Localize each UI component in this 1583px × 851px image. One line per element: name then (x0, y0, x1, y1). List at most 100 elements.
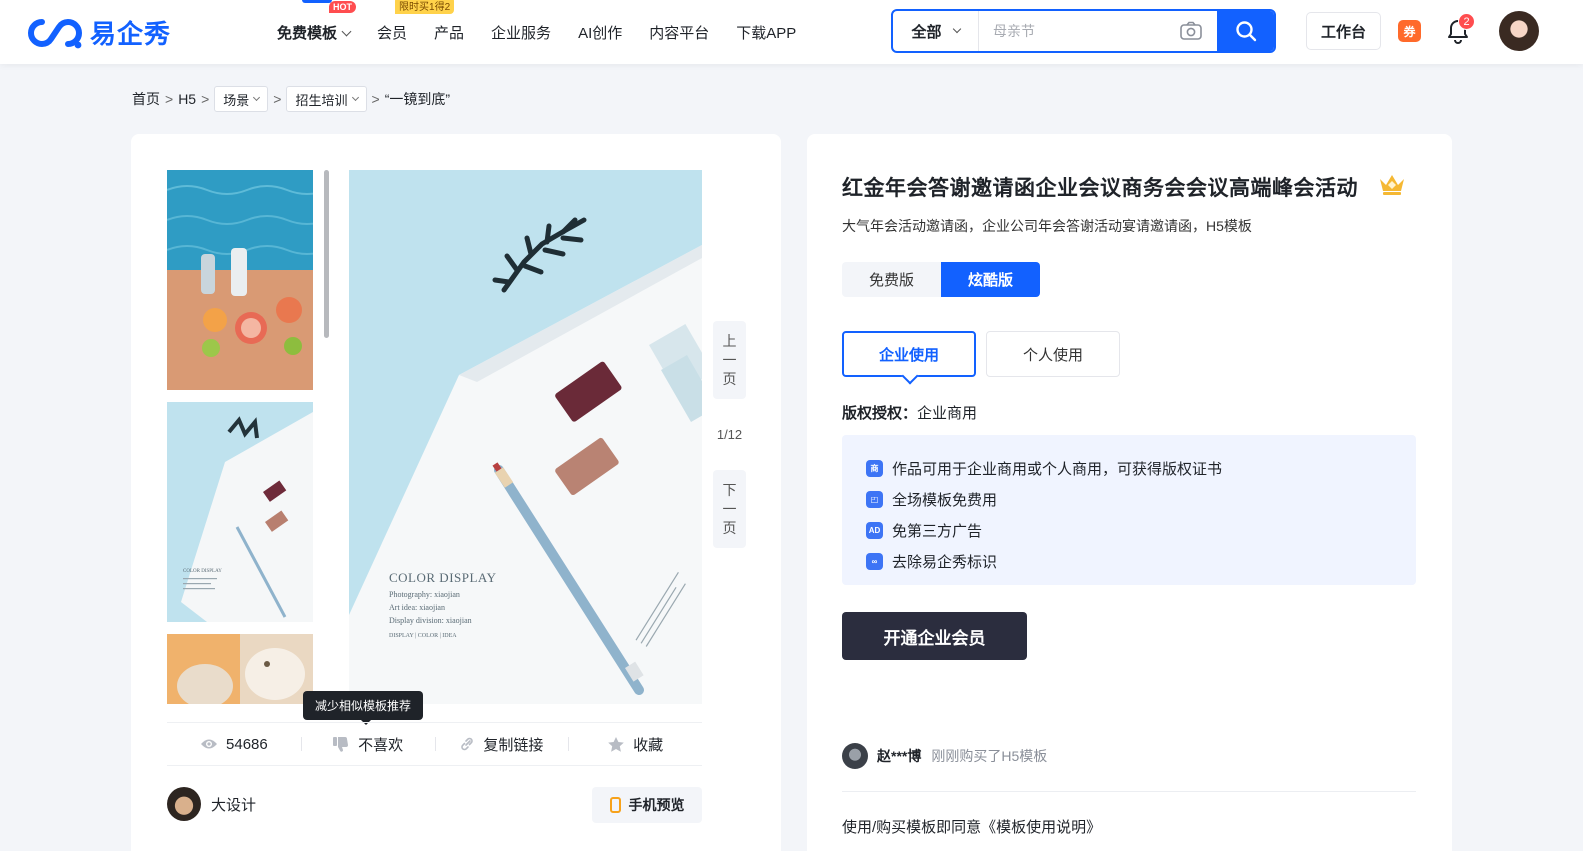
breadcrumb-separator: > (165, 91, 174, 107)
benefit-text: 去除易企秀标识 (892, 554, 998, 571)
brand-mark-icon: ∞ (866, 553, 883, 570)
dislike-tooltip: 减少相似模板推荐 (303, 691, 424, 725)
author-info[interactable]: 大设计 (167, 787, 256, 821)
favorite-label: 收藏 (633, 736, 664, 754)
thumbnail-page-2[interactable]: COLOR DISPLAY (167, 402, 313, 622)
benefit-item: ◰ 全场模板免费用 (866, 484, 1416, 515)
prev-page-label: 上 (722, 332, 737, 349)
page-navigator: 上 一 页 1/12 下 一 页 (713, 321, 746, 548)
dislike-label: 不喜欢 (358, 736, 404, 754)
nav-content-platform[interactable]: 内容平台 (649, 22, 709, 43)
personal-use-option[interactable]: 个人使用 (986, 331, 1120, 377)
nav-enterprise-services[interactable]: 企业服务 (491, 22, 551, 43)
search-category-label: 全部 (911, 23, 942, 41)
search-button[interactable] (1217, 11, 1274, 51)
prev-page-button[interactable]: 上 一 页 (713, 321, 746, 399)
breadcrumb-scene-select[interactable]: 场景 (214, 86, 269, 112)
thumbs-down-icon (333, 737, 349, 752)
benefit-text: 作品可用于企业商用或个人商用，可获得版权证书 (892, 461, 1223, 478)
thumbnail-poster-title: COLOR DISPLAY (183, 569, 222, 574)
chevron-down-icon (351, 93, 359, 102)
view-count: 54686 (167, 736, 301, 753)
breadcrumb-category-select[interactable]: 招生培训 (286, 86, 367, 112)
thumbnail-image: COLOR DISPLAY (167, 402, 313, 622)
divider (842, 791, 1416, 792)
link-icon (461, 737, 474, 751)
prev-page-label: 一 (722, 351, 737, 368)
breadcrumb-h5[interactable]: H5 (178, 91, 196, 107)
coupon-icon[interactable]: 券 (1398, 20, 1421, 42)
thumbnail-scrollbar[interactable] (324, 170, 329, 338)
cool-edition-tab[interactable]: 炫酷版 (941, 262, 1040, 297)
benefit-item: ∞ 去除易企秀标识 (866, 546, 1416, 577)
open-enterprise-membership-button[interactable]: 开通企业会员 (842, 612, 1027, 660)
user-avatar[interactable] (1499, 11, 1539, 51)
benefit-text: 免第三方广告 (892, 523, 983, 540)
thumbnail-list: COLOR DISPLAY (167, 170, 313, 704)
poster-tags: DISPLAY | COLOR | IDEA (389, 633, 457, 639)
poster-title: COLOR DISPLAY (389, 570, 497, 585)
action-bar: 54686 不喜欢 复制链接 收藏 (167, 722, 702, 766)
breadcrumb-current: “一镜到底” (384, 91, 451, 107)
breadcrumb-scene-label: 场景 (223, 92, 250, 108)
chevron-down-icon (952, 24, 961, 34)
thumbnail-image (167, 170, 313, 390)
preview-panel: COLOR DISPLAY COLOR DISPLAY Photography:… (131, 134, 781, 851)
thumbnail-page-1[interactable] (167, 170, 313, 390)
license-info: 版权授权：企业商用 (842, 402, 977, 423)
notification-count-badge: 2 (1458, 13, 1475, 30)
nav-download-app[interactable]: 下载APP (736, 22, 796, 43)
breadcrumb-home[interactable]: 首页 (132, 89, 160, 109)
workbench-button[interactable]: 工作台 (1306, 12, 1381, 50)
search-input[interactable] (979, 11, 1179, 51)
benefit-text: 全场模板免费用 (892, 492, 998, 509)
top-header: 易企秀 HOT 免费模板 限时买1得2 会员 产品 企业服务 AI创作 内容平台… (0, 0, 1583, 64)
enterprise-use-label: 企业使用 (878, 346, 939, 364)
breadcrumb-separator: > (273, 91, 282, 107)
copy-link-button[interactable]: 复制链接 (434, 734, 569, 755)
chevron-down-icon (341, 26, 352, 36)
nav-products[interactable]: 产品 (434, 22, 464, 43)
free-edition-tab[interactable]: 免费版 (842, 262, 941, 297)
main-nav: HOT 免费模板 限时买1得2 会员 产品 企业服务 AI创作 内容平台 下载A… (277, 0, 823, 64)
thumbnail-page-3[interactable] (167, 634, 313, 704)
copy-link-label: 复制链接 (483, 736, 544, 754)
nav-ai-creation[interactable]: AI创作 (578, 22, 622, 43)
benefits-box: 商 作品可用于企业商用或个人商用，可获得版权证书 ◰ 全场模板免费用 AD 免第… (842, 435, 1416, 585)
benefit-item: 商 作品可用于企业商用或个人商用，可获得版权证书 (866, 453, 1416, 484)
nav-free-templates[interactable]: HOT 免费模板 (277, 0, 356, 43)
camera-icon[interactable] (1179, 21, 1203, 41)
breadcrumb-category-label: 招生培训 (295, 92, 348, 108)
license-value: 企业商用 (917, 405, 978, 422)
template-icon: ◰ (866, 491, 883, 508)
author-name: 大设计 (211, 796, 257, 814)
breadcrumb: 首页 > H5 > 场景 > 招生培训 > “一镜到底” (132, 86, 450, 112)
nav-label: 会员 (377, 24, 408, 42)
eye-icon (201, 739, 218, 749)
next-page-button[interactable]: 下 一 页 (713, 470, 746, 548)
dislike-button[interactable]: 不喜欢 (300, 734, 435, 755)
search-category-select[interactable]: 全部 (893, 11, 979, 51)
mobile-preview-button[interactable]: 手机预览 (592, 787, 702, 823)
poster-credit-line: Art idea: xiaojian (389, 603, 445, 612)
edition-switch: 免费版 炫酷版 (842, 262, 1040, 297)
poster-credit-line: Photography: xiaojian (389, 590, 460, 599)
usage-agreement-link[interactable]: 使用/购买模板即同意《模板使用说明》 (842, 816, 1101, 837)
favorite-button[interactable]: 收藏 (568, 734, 702, 755)
crown-icon (1380, 175, 1404, 195)
phone-icon (609, 797, 621, 813)
enterprise-use-option[interactable]: 企业使用 (842, 331, 976, 377)
license-label: 版权授权： (842, 405, 918, 422)
author-avatar (167, 787, 201, 821)
star-icon (608, 736, 624, 752)
logo-icon (28, 18, 82, 48)
usage-switch: 企业使用 个人使用 (842, 331, 1130, 377)
buyer-avatar (842, 743, 868, 769)
mobile-preview-label: 手机预览 (628, 797, 685, 813)
poster-text: COLOR DISPLAY Photography: xiaojian Art … (389, 570, 497, 639)
template-preview[interactable]: COLOR DISPLAY Photography: xiaojian Art … (349, 170, 702, 704)
logo[interactable]: 易企秀 (26, 14, 171, 51)
commercial-icon: 商 (866, 460, 883, 477)
detail-panel: 红金年会答谢邀请函企业会议商务会会议高端峰会活动 大气年会活动邀请函，企业公司年… (807, 134, 1452, 851)
nav-membership[interactable]: 限时买1得2 会员 (377, 0, 455, 43)
